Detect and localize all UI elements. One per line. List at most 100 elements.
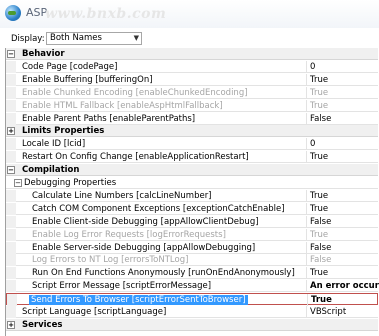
row-gutter xyxy=(6,151,16,164)
property-value[interactable]: 0 xyxy=(310,62,315,72)
property-row[interactable]: Calculate Line Numbers [calcLineNumber] T… xyxy=(6,189,378,202)
row-gutter xyxy=(6,99,16,112)
property-name: Enable Chunked Encoding [enableChunkedEn… xyxy=(22,87,248,98)
property-value[interactable]: True xyxy=(310,191,328,201)
property-row[interactable]: Enable Buffering [bufferingOn] True xyxy=(6,73,378,86)
category-row[interactable]: + Limits Properties xyxy=(6,125,378,138)
property-value[interactable]: An error occurred xyxy=(310,281,379,291)
category-row[interactable]: − Compilation xyxy=(6,164,378,177)
row-gutter xyxy=(6,60,16,73)
property-row[interactable]: Log Errors to NT Log [errorsToNTLog] Fals… xyxy=(6,254,378,267)
globe-icon xyxy=(5,5,21,21)
property-value[interactable]: True xyxy=(310,204,328,214)
property-row[interactable]: Enable Server-side Debugging [appAllowDe… xyxy=(6,241,378,254)
category-label: Behavior xyxy=(22,49,65,59)
property-value[interactable]: False xyxy=(310,255,331,265)
column-divider xyxy=(306,228,307,241)
column-divider xyxy=(306,306,307,318)
category-label: Limits Properties xyxy=(22,126,105,137)
property-value[interactable]: 0 xyxy=(310,139,315,149)
expand-icon[interactable]: + xyxy=(7,127,15,136)
property-name: Enable Client-side Debugging [appAllowCl… xyxy=(32,216,259,227)
window-title: ASP xyxy=(26,6,48,19)
display-bar: Display: Both Names ▼ xyxy=(0,30,379,47)
property-row[interactable]: Script Error Message [scriptErrorMessage… xyxy=(6,280,379,293)
column-divider xyxy=(306,241,307,254)
property-value[interactable]: False xyxy=(310,217,331,227)
display-label: Display: xyxy=(11,33,45,44)
property-row[interactable]: Enable Chunked Encoding [enableChunkedEn… xyxy=(6,86,378,99)
property-name: Catch COM Component Exceptions [exceptio… xyxy=(32,203,285,214)
collapse-icon[interactable]: − xyxy=(14,179,22,187)
property-name: Script Error Message [scriptErrorMessage… xyxy=(32,281,212,292)
property-name: Enable Log Error Requests [logErrorReque… xyxy=(32,229,226,240)
property-value[interactable]: False xyxy=(310,243,331,253)
row-gutter xyxy=(6,254,16,267)
property-value[interactable]: False xyxy=(310,114,331,124)
property-name: Script Language [scriptLanguage] xyxy=(22,307,167,317)
category-label: Compilation xyxy=(22,165,80,176)
row-gutter xyxy=(6,267,16,280)
property-value[interactable]: True xyxy=(311,295,332,305)
column-divider xyxy=(306,189,307,202)
collapse-icon[interactable]: − xyxy=(7,50,15,58)
row-gutter xyxy=(6,138,16,151)
property-row[interactable]: Catch COM Component Exceptions [exceptio… xyxy=(6,202,378,215)
property-value[interactable]: True xyxy=(310,230,328,240)
row-gutter xyxy=(6,189,16,202)
property-row[interactable]: Enable Parent Paths [enableParentPaths] F… xyxy=(6,112,378,125)
property-name: Log Errors to NT Log [errorsToNTLog] xyxy=(32,255,189,266)
row-gutter xyxy=(6,306,16,318)
chevron-down-icon[interactable]: ▼ xyxy=(134,33,139,44)
property-row[interactable]: Restart On Config Change [enableApplicat… xyxy=(6,151,378,164)
display-dropdown-value: Both Names xyxy=(50,33,102,43)
property-row[interactable]: Code Page [codePage] 0 xyxy=(6,60,378,73)
row-gutter xyxy=(7,294,17,307)
column-divider xyxy=(306,99,307,112)
property-name: Send Errors To Browser [scriptErrorSentT… xyxy=(29,295,248,306)
property-row[interactable]: Script Language [scriptLanguage] VBScript xyxy=(6,306,378,318)
expand-icon[interactable]: + xyxy=(7,320,15,329)
property-value[interactable]: True xyxy=(310,152,328,162)
column-divider xyxy=(306,60,307,73)
property-name: Calculate Line Numbers [calcLineNumber] xyxy=(32,190,212,201)
display-dropdown[interactable]: Both Names ▼ xyxy=(46,32,142,45)
property-name: Run On End Functions Anonymously [runOnE… xyxy=(32,268,295,279)
category-row[interactable]: + Services xyxy=(6,318,378,331)
column-divider xyxy=(306,280,307,293)
column-divider xyxy=(306,215,307,228)
property-name: Enable Buffering [bufferingOn] xyxy=(22,74,153,85)
row-gutter xyxy=(6,241,16,254)
column-divider xyxy=(306,138,307,151)
title-bar: ASP www.bnxb.com xyxy=(0,0,379,28)
row-gutter xyxy=(6,215,16,228)
property-name: Locale ID [lcid] xyxy=(22,139,86,150)
property-row[interactable]: Run On End Functions Anonymously [runOnE… xyxy=(6,267,378,280)
column-divider xyxy=(306,112,307,125)
row-gutter xyxy=(6,202,16,215)
property-value[interactable]: True xyxy=(310,268,328,278)
row-gutter xyxy=(6,73,16,86)
category-row[interactable]: − Debugging Properties xyxy=(6,177,378,189)
property-row[interactable]: Enable Log Error Requests [logErrorReque… xyxy=(6,228,378,241)
category-row[interactable]: − Behavior xyxy=(6,48,378,60)
property-row[interactable]: Locale ID [lcid] 0 xyxy=(6,138,378,151)
collapse-icon[interactable]: − xyxy=(7,166,15,175)
property-name: Enable Parent Paths [enableParentPaths] xyxy=(22,113,196,124)
column-divider xyxy=(306,86,307,99)
property-value[interactable]: True xyxy=(310,101,328,111)
column-divider xyxy=(306,202,307,215)
property-row[interactable]: Send Errors To Browser [scriptErrorSentT… xyxy=(6,293,378,307)
property-value[interactable]: True xyxy=(310,75,328,85)
category-label: Services xyxy=(22,319,63,330)
property-name: Code Page [codePage] xyxy=(22,61,118,72)
property-name: Enable Server-side Debugging [appAllowDe… xyxy=(32,242,256,253)
row-gutter xyxy=(6,280,16,293)
property-row[interactable]: Enable HTML Fallback [enableAspHtmlFallb… xyxy=(6,99,378,112)
property-value[interactable]: True xyxy=(310,88,328,98)
column-divider xyxy=(306,267,307,280)
column-divider xyxy=(306,73,307,86)
property-value[interactable]: VBScript xyxy=(310,307,346,317)
column-divider xyxy=(307,294,308,307)
property-row[interactable]: Enable Client-side Debugging [appAllowCl… xyxy=(6,215,378,228)
